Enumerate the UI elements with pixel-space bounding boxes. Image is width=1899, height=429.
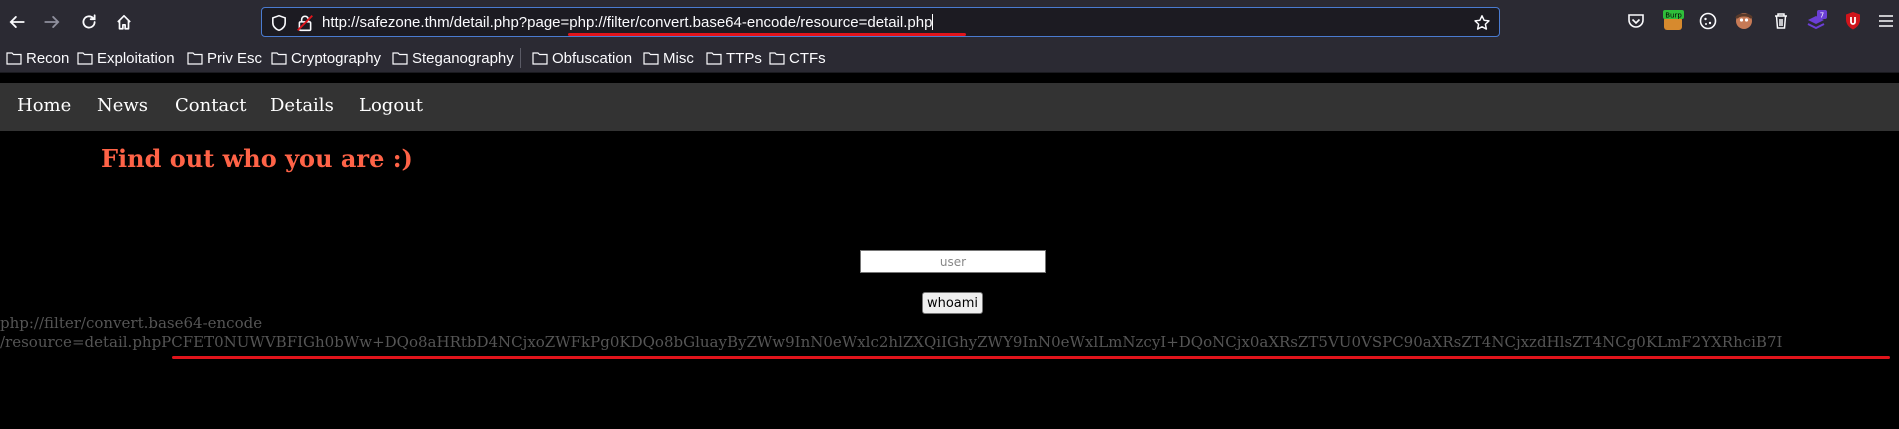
bookmark-folder-recon[interactable]: Recon [6,48,69,68]
reload-button[interactable] [77,10,101,34]
tracking-shield-icon[interactable] [270,14,288,32]
forward-button[interactable] [40,10,64,34]
nav-link-home[interactable]: Home [17,94,71,118]
profile-extension-button[interactable] [1733,10,1755,32]
back-arrow-icon [9,16,25,28]
folder-icon [706,52,722,65]
pocket-icon [1628,14,1644,28]
trash-extension-button[interactable] [1770,10,1792,32]
forward-arrow-icon [44,16,60,28]
extension-count-badge: 7 [1820,12,1824,20]
bookmark-folder-priv-esc[interactable]: Priv Esc [187,48,262,68]
bookmark-folder-exploitation[interactable]: Exploitation [77,48,175,68]
ublock-extension-button[interactable] [1842,10,1864,32]
bookmark-label: Cryptography [291,49,382,67]
nav-link-logout[interactable]: Logout [359,94,423,118]
output-line-1: php://filter/convert.base64-encode [0,314,263,332]
wappalyzer-extension-button[interactable]: 7 [1805,10,1827,32]
bookmark-label: Obfuscation [552,49,633,67]
bookmark-label: Steganography [412,49,514,67]
insecure-lock-icon[interactable] [296,14,314,32]
cookie-icon [1699,12,1717,30]
folder-icon [271,52,287,65]
bookmark-folder-ctfs[interactable]: CTFs [769,48,826,68]
app-menu-button[interactable] [1875,10,1897,32]
trash-icon [1775,13,1787,29]
bookmark-label: Exploitation [97,49,175,67]
url-annotation-underline [568,33,966,36]
output-line-2: /resource=detail.phpPCFET0NUWVBFIGh0bWw+… [0,333,1783,351]
bookmark-star-icon[interactable] [1473,14,1491,32]
folder-icon [6,52,22,65]
folder-icon [769,52,785,65]
site-navbar: Home News Contact Details Logout [0,83,1899,131]
folder-icon [532,52,548,65]
base64-annotation-underline [172,356,1890,359]
nav-link-details[interactable]: Details [270,94,334,118]
bookmark-folder-ttps[interactable]: TTPs [706,48,762,68]
nav-link-contact[interactable]: Contact [175,94,246,118]
bookmark-folder-misc[interactable]: Misc [643,48,694,68]
back-button[interactable] [5,10,29,34]
bookmark-label: Priv Esc [207,49,263,67]
reload-icon [82,14,96,29]
include-output: php://filter/convert.base64-encode /reso… [0,314,1899,352]
wappalyzer-icon: 7 [1807,10,1827,30]
bookmark-label: Misc [663,49,694,67]
whoami-button[interactable]: whoami [922,292,983,314]
burp-badge-text: Burp [1665,12,1682,20]
nav-link-news[interactable]: News [97,94,148,118]
folder-icon [77,52,93,65]
hamburger-menu-icon [1879,15,1893,27]
home-button[interactable] [112,10,136,34]
page-heading: Find out who you are :) [101,144,413,173]
burp-proxy-icon: Burp [1663,10,1684,30]
ublock-shield-icon [1846,12,1860,30]
folder-icon [187,52,203,65]
home-icon [117,14,131,30]
cookie-extension-button[interactable] [1697,10,1719,32]
folder-icon [392,52,408,65]
bookmark-label: CTFs [789,49,826,67]
bookmark-folder-obfuscation[interactable]: Obfuscation [532,48,632,68]
bookmark-folder-cryptography[interactable]: Cryptography [271,48,381,68]
text-caret [932,14,934,30]
bookmark-label: TTPs [726,49,762,67]
avatar-icon [1735,13,1753,29]
url-text[interactable]: http://safezone.thm/detail.php?page=php:… [322,13,934,33]
bookmark-folder-steganography[interactable]: Steganography [392,48,514,68]
bookmark-label: Recon [26,49,70,67]
user-input[interactable] [860,250,1046,273]
bookmarks-separator [520,48,521,68]
folder-icon [643,52,659,65]
web-page-content: Home News Contact Details Logout Find ou… [0,73,1899,429]
burp-extension-button[interactable]: Burp [1662,10,1684,32]
pocket-button[interactable] [1625,10,1647,32]
browser-toolbar: http://safezone.thm/detail.php?page=php:… [0,0,1899,44]
url-value: http://safezone.thm/detail.php?page=php:… [322,14,933,31]
